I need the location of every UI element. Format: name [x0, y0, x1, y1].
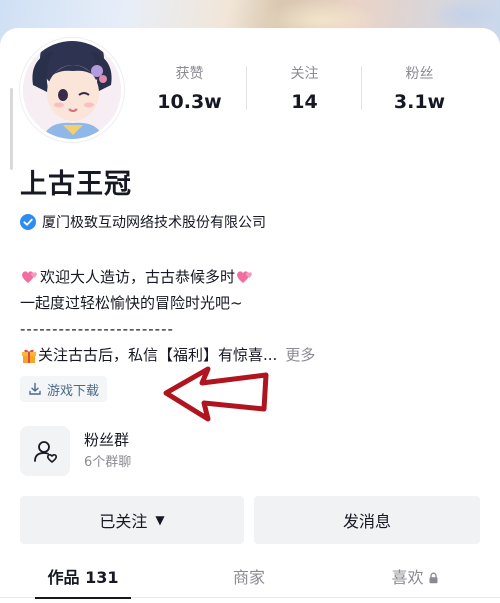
lock-icon — [429, 572, 437, 583]
bio-divider: ------------------------ — [20, 320, 174, 338]
bio-text: 一起度过轻松愉快的冒险时光吧~ — [20, 294, 243, 312]
tab-shop[interactable]: 商家 — [166, 558, 332, 597]
profile-name: 上古王冠 — [20, 169, 132, 200]
profile-stats: 获赞 10.3w 关注 14 粉丝 3.1w — [132, 64, 500, 114]
scrollbar-thumb[interactable] — [10, 88, 13, 170]
stat-label: 粉丝 — [405, 66, 434, 82]
fan-group-entry[interactable]: 粉丝群 6个群聊 — [20, 426, 131, 476]
gift-icon — [22, 349, 36, 363]
heart-icon — [237, 271, 252, 283]
fan-group-count: 6个群聊 — [84, 455, 132, 470]
stat-label: 获赞 — [175, 66, 204, 82]
caret-down-icon: ▼ — [155, 513, 165, 527]
red-arrow-annotation — [163, 366, 269, 422]
verified-org-name: 厦门极致互动网络技术股份有限公司 — [42, 215, 266, 231]
verified-check-icon — [20, 214, 36, 230]
verification-row: 厦门极致互动网络技术股份有限公司 — [20, 212, 266, 232]
fan-group-text: 粉丝群 6个群聊 — [84, 430, 131, 472]
tab-label: 作品 131 — [47, 567, 119, 587]
bio-text: 欢迎大人造访，古古恭候多时 — [40, 268, 236, 286]
bio-line: 欢迎大人造访，古古恭候多时 — [20, 264, 315, 290]
banner-light-effect — [430, 0, 500, 30]
fan-group-name: 粉丝群 — [84, 431, 130, 449]
followed-button[interactable]: 已关注 ▼ — [20, 496, 244, 544]
stat-label: 关注 — [290, 66, 319, 82]
profile-card: 获赞 10.3w 关注 14 粉丝 3.1w 上古王冠 厦门极致互动网络技术股份… — [0, 28, 500, 603]
heart-icon — [22, 271, 37, 283]
send-message-label: 发消息 — [342, 512, 391, 531]
tab-works[interactable]: 作品 131 — [0, 558, 166, 599]
bio-line: ------------------------ — [20, 316, 315, 342]
profile-bio: 欢迎大人造访，古古恭候多时 一起度过轻松愉快的冒险时光吧~ ----------… — [20, 264, 315, 368]
game-download-button[interactable]: 游戏下载 — [20, 376, 108, 402]
stat-following[interactable]: 关注 14 — [247, 64, 362, 114]
stat-likes[interactable]: 获赞 10.3w — [132, 64, 247, 114]
tab-label: 喜欢 — [391, 567, 424, 587]
stat-value: 10.3w — [157, 91, 222, 113]
profile-tabs: 作品 131 商家 喜欢 — [0, 558, 500, 599]
send-message-button[interactable]: 发消息 — [254, 496, 480, 544]
bio-more-link[interactable]: 更多 — [285, 342, 315, 368]
download-label: 游戏下载 — [47, 383, 100, 399]
followed-label: 已关注 — [99, 512, 148, 531]
fan-group-icon-box — [20, 426, 70, 476]
tab-label: 商家 — [232, 567, 265, 587]
fan-group-icon — [34, 441, 58, 464]
tab-likes[interactable]: 喜欢 — [332, 558, 498, 597]
stat-value: 3.1w — [393, 91, 446, 113]
stat-value: 14 — [291, 91, 318, 113]
avatar[interactable] — [20, 38, 124, 142]
stat-followers[interactable]: 粉丝 3.1w — [362, 64, 477, 114]
bio-line: 一起度过轻松愉快的冒险时光吧~ — [20, 290, 315, 316]
download-icon — [29, 382, 41, 395]
avatar-image — [23, 41, 121, 139]
